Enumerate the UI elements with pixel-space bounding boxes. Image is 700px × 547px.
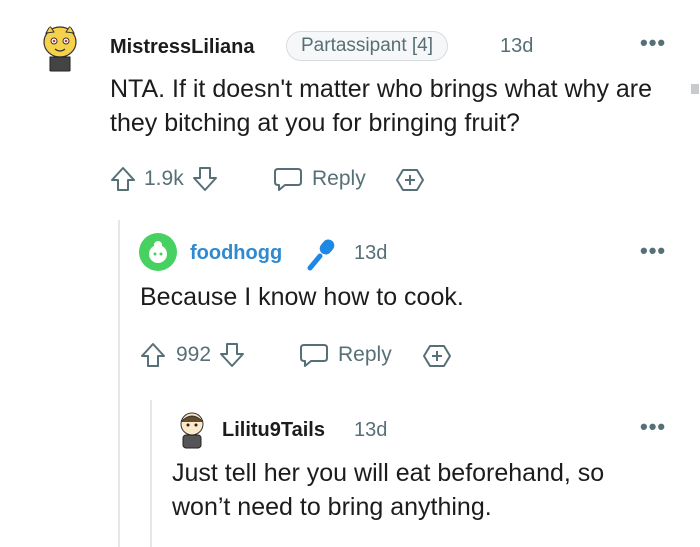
upvote-icon[interactable] (138, 340, 168, 370)
avatar[interactable] (174, 410, 210, 450)
award-icon[interactable] (422, 342, 452, 370)
reply-button[interactable]: Reply (298, 340, 392, 370)
comment-age: 13d (354, 242, 388, 264)
comment-body: Just tell her you will eat beforehand, s… (172, 459, 605, 521)
comment-body: Because I know how to cook. (140, 283, 464, 311)
more-options-icon[interactable]: ••• (640, 414, 666, 440)
comment-username[interactable]: foodhogg (190, 242, 282, 265)
reply-button[interactable]: Reply (272, 164, 366, 194)
thread-line[interactable] (118, 220, 120, 547)
thread-line[interactable] (150, 400, 152, 547)
comment-age: 13d (354, 419, 388, 441)
more-options-icon[interactable]: ••• (640, 30, 666, 56)
vote-controls: 992 (138, 340, 247, 370)
more-options-icon[interactable]: ••• (640, 238, 666, 264)
vote-count: 992 (176, 343, 212, 366)
award-icon[interactable] (395, 166, 425, 194)
reply-label: Reply (338, 343, 392, 366)
scroll-indicator (691, 84, 699, 94)
microphone-icon (305, 236, 341, 272)
downvote-icon[interactable] (217, 340, 247, 370)
avatar[interactable] (38, 24, 82, 74)
comment-body: NTA. If it doesn't matter who brings wha… (110, 75, 653, 137)
comment-username[interactable]: MistressLiliana (110, 36, 255, 59)
reply-icon (272, 164, 304, 194)
reply-icon (298, 340, 330, 370)
downvote-icon[interactable] (190, 164, 220, 194)
vote-controls: 1.9k (108, 164, 220, 194)
vote-count: 1.9k (144, 167, 184, 190)
user-flair: Partassipant [4] (286, 31, 449, 61)
comment-age: 13d (500, 35, 534, 57)
reply-label: Reply (312, 167, 366, 190)
upvote-icon[interactable] (108, 164, 138, 194)
comment-username[interactable]: Lilitu9Tails (222, 419, 325, 442)
avatar[interactable] (139, 233, 177, 271)
